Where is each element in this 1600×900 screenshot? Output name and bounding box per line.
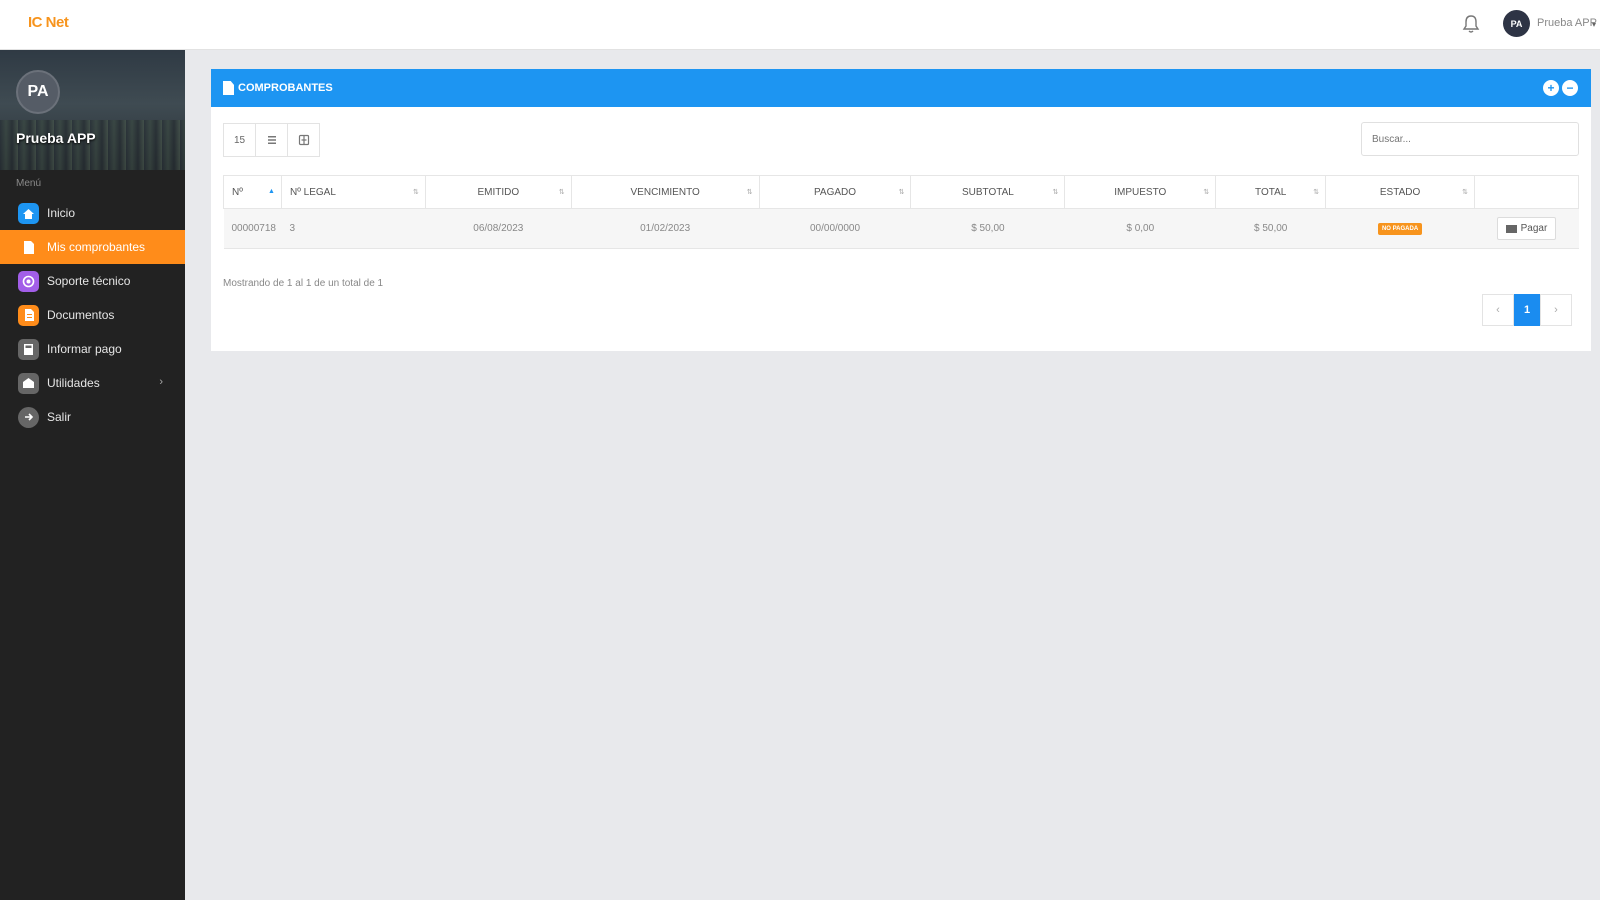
comprobantes-table: Nº ▲ Nº LEGAL ⇅ EMITIDO ⇅ VENCIMIENTO ⇅ PAGA… <box>223 175 1580 249</box>
cell-total: $ 50,00 <box>1215 208 1326 249</box>
utilities-icon <box>18 372 39 394</box>
pagination-prev[interactable]: ‹ <box>1482 294 1514 326</box>
column-header-actions <box>1473 175 1580 209</box>
sidebar-item-documentos[interactable]: Documentos <box>0 298 185 332</box>
cell-estado: NO PAGADA <box>1325 208 1475 249</box>
sort-icon: ⇅ <box>1052 189 1059 196</box>
sidebar-item-label: Mis comprobantes <box>47 240 146 254</box>
menu-label: Menú <box>16 178 42 189</box>
sidebar-item-label: Inicio <box>47 206 76 220</box>
sidebar-item-inicio[interactable]: Inicio <box>0 196 185 230</box>
sidebar-item-label: Documentos <box>47 308 115 322</box>
sort-asc-icon: ▲ <box>268 188 275 195</box>
column-header-num[interactable]: Nº ▲ <box>223 175 282 209</box>
panel-title: COMPROBANTES <box>238 82 333 94</box>
table-toolbar: 15 <box>223 123 320 157</box>
search-input[interactable] <box>1361 122 1579 156</box>
pay-button-label: Pagar <box>1520 223 1548 234</box>
file-icon <box>18 304 39 326</box>
app-logo[interactable]: IC Net <box>28 14 69 31</box>
column-header-total[interactable]: TOTAL ⇅ <box>1215 175 1327 209</box>
column-header-subtotal[interactable]: SUBTOTAL ⇅ <box>910 175 1066 209</box>
sidebar-item-utilidades[interactable]: Utilidades › <box>0 366 185 400</box>
sidebar-item-label: Salir <box>47 410 72 424</box>
cell-legal: 3 <box>281 208 426 249</box>
top-bar: IC Net PA Prueba APP ▾ <box>0 0 1600 50</box>
sidebar-item-label: Utilidades <box>47 376 100 390</box>
user-name[interactable]: Prueba APP <box>1537 17 1597 29</box>
pay-button[interactable]: Pagar <box>1496 217 1557 240</box>
sidebar-item-informar-pago[interactable]: Informar pago <box>0 332 185 366</box>
pagination-next[interactable]: › <box>1540 294 1572 326</box>
sort-icon: ⇅ <box>1462 189 1468 196</box>
columns-icon[interactable] <box>255 123 288 157</box>
cell-emitido: 06/08/2023 <box>425 208 572 249</box>
chevron-down-icon[interactable]: ▾ <box>1592 20 1596 29</box>
sort-icon: ⇅ <box>746 189 753 196</box>
column-header-pagado[interactable]: PAGADO ⇅ <box>758 175 912 209</box>
chevron-right-icon: › <box>159 376 163 388</box>
profile-name: Prueba APP <box>16 130 96 146</box>
sort-icon: ⇅ <box>558 189 565 196</box>
column-header-emitido[interactable]: EMITIDO ⇅ <box>424 175 572 209</box>
cell-vencimiento: 01/02/2023 <box>571 208 760 249</box>
calculator-icon <box>18 338 39 360</box>
pagination: ‹ 1 › <box>1482 294 1572 326</box>
logout-icon <box>18 406 39 428</box>
column-header-vencimiento[interactable]: VENCIMIENTO ⇅ <box>570 175 760 209</box>
table-info: Mostrando de 1 al 1 de un total de 1 <box>223 278 384 289</box>
cell-num: 00000718 <box>223 208 282 249</box>
cell-subtotal: $ 50,00 <box>910 208 1065 249</box>
collapse-icon[interactable]: − <box>1562 80 1578 96</box>
sidebar-item-label: Informar pago <box>47 342 122 356</box>
home-icon <box>18 202 39 224</box>
support-icon <box>18 270 39 292</box>
sidebar-profile: PA Prueba APP <box>0 50 185 170</box>
table-row[interactable]: 00000718 3 06/08/2023 01/02/2023 00/00/0… <box>223 208 1579 249</box>
column-header-legal[interactable]: Nº LEGAL ⇅ <box>280 175 426 209</box>
sidebar: PA Prueba APP Menú Inicio Mis comprobant… <box>0 50 185 900</box>
expand-icon[interactable]: + <box>1543 80 1559 96</box>
sort-icon: ⇅ <box>412 189 419 196</box>
page-size-select[interactable]: 15 <box>223 123 256 157</box>
table-header-row: Nº ▲ Nº LEGAL ⇅ EMITIDO ⇅ VENCIMIENTO ⇅ PAGA… <box>223 175 1580 209</box>
profile-avatar: PA <box>16 70 60 114</box>
comprobantes-panel: COMPROBANTES + − 15 Nº▲ Nº LEGAL⇅ EMITID… <box>211 69 1591 351</box>
panel-header: COMPROBANTES <box>211 69 1591 107</box>
export-icon[interactable] <box>287 123 320 157</box>
sort-icon: ⇅ <box>1203 189 1210 196</box>
column-header-impuesto[interactable]: IMPUESTO ⇅ <box>1064 175 1217 209</box>
sort-icon: ⇅ <box>1313 189 1320 196</box>
sidebar-item-soporte[interactable]: Soporte técnico <box>0 264 185 298</box>
cell-actions: Pagar <box>1474 208 1579 249</box>
sidebar-item-salir[interactable]: Salir <box>0 400 185 434</box>
document-icon <box>18 237 39 258</box>
pagination-page-1[interactable]: 1 <box>1514 294 1540 326</box>
column-header-estado[interactable]: ESTADO ⇅ <box>1325 175 1475 209</box>
credit-card-icon <box>1505 224 1517 233</box>
document-icon <box>223 81 234 95</box>
bell-icon[interactable] <box>1462 14 1480 34</box>
sidebar-item-label: Soporte técnico <box>47 274 131 288</box>
cell-pagado: 00/00/0000 <box>759 208 911 249</box>
sort-icon: ⇅ <box>898 189 905 196</box>
sidebar-item-mis-comprobantes[interactable]: Mis comprobantes <box>0 230 185 264</box>
cell-impuesto: $ 0,00 <box>1064 208 1216 249</box>
user-avatar[interactable]: PA <box>1503 10 1530 37</box>
status-badge: NO PAGADA <box>1377 223 1423 235</box>
